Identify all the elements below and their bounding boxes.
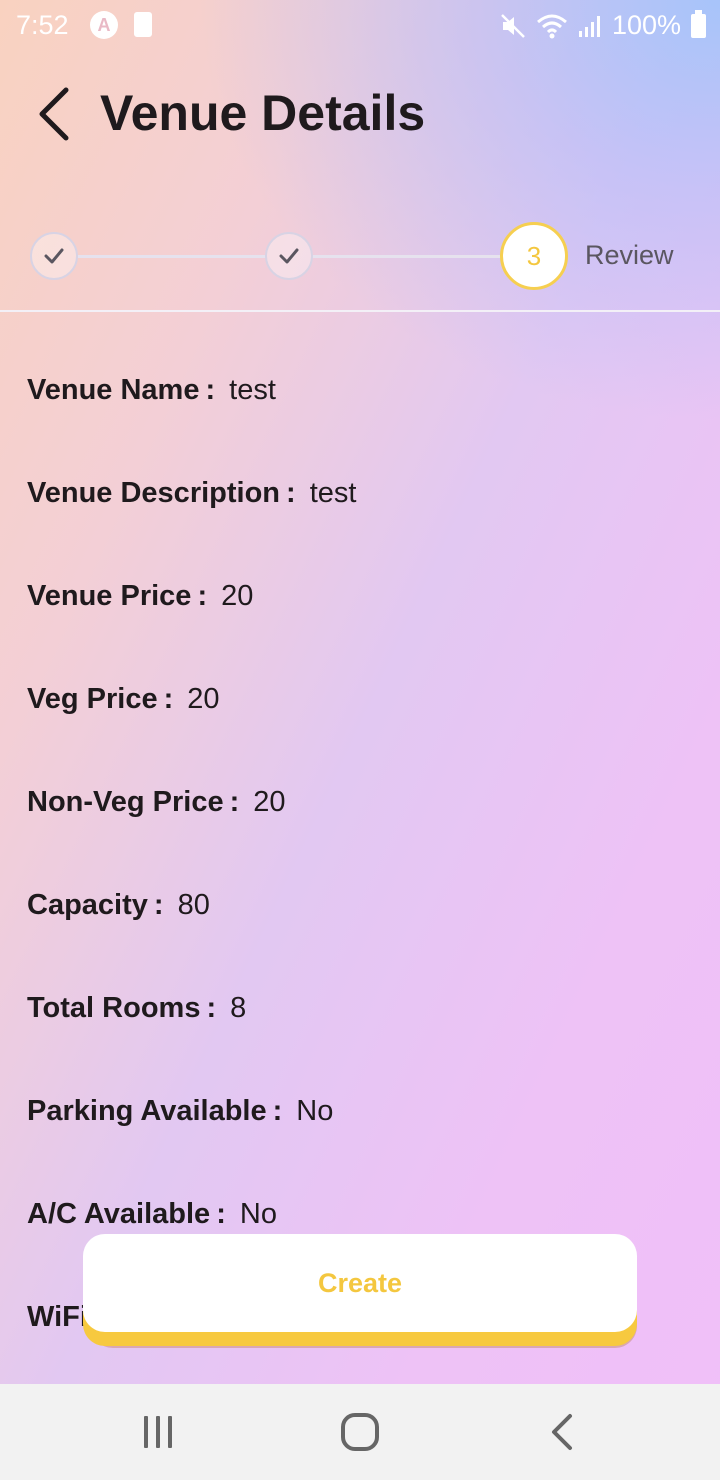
step-3-label: Review [585,240,674,270]
detail-value: 20 [253,786,286,818]
stepper: 3 Review [0,218,720,298]
detail-value: No [296,1095,334,1127]
storage-notification-icon [134,12,152,37]
mute-icon [501,13,525,38]
detail-label: Total Rooms [27,992,201,1024]
detail-label: Venue Description [27,477,281,509]
header: Venue Details [0,78,720,148]
detail-value: 20 [187,683,220,715]
detail-label: Parking Available [27,1095,267,1127]
detail-label: WiFi [27,1301,88,1333]
detail-value: 8 [230,992,247,1024]
page-title: Venue Details [100,85,426,141]
create-button[interactable]: Create [83,1234,637,1332]
home-icon [341,1413,379,1451]
detail-row: Venue Price:20 [27,580,707,683]
detail-separator: : [229,786,240,818]
detail-value: 80 [177,889,210,921]
step-1-completed[interactable] [30,232,78,280]
detail-value: No [239,1198,277,1230]
detail-separator: : [206,992,217,1024]
check-icon [44,248,64,264]
status-time: 7:52 [16,10,69,40]
system-nav-bar [0,1384,720,1480]
detail-value: 20 [221,580,254,612]
step-2-completed[interactable] [265,232,313,280]
battery-percent: 100% [611,10,681,40]
detail-separator: : [272,1095,283,1127]
home-button[interactable] [330,1410,390,1454]
detail-row: Non-Veg Price:20 [27,786,707,889]
detail-row: Total Rooms:8 [27,992,707,1095]
step-3-active[interactable]: 3 [500,222,568,290]
detail-separator: : [216,1198,226,1230]
detail-label: Venue Price [27,580,192,612]
detail-label: Capacity [27,889,148,921]
recent-apps-icon [144,1416,172,1448]
detail-label: A/C Available [27,1198,211,1230]
divider [0,310,720,312]
back-button[interactable] [32,82,82,142]
status-right: 100% [500,9,706,41]
detail-label: Venue Name [27,374,200,406]
wifi-icon [536,14,567,38]
detail-row: Capacity:80 [27,889,707,992]
status-bar: 7:52 A 100% [0,0,720,52]
chevron-left-icon [39,87,69,141]
recent-apps-button[interactable] [128,1410,188,1454]
detail-label: Veg Price [27,683,158,715]
signal-icon [578,15,600,37]
detail-separator: : [163,683,174,715]
step-connector [312,255,502,258]
check-icon [279,248,299,264]
detail-separator: : [153,889,164,921]
create-button-container: Create [83,1234,637,1348]
step-connector [78,255,266,258]
app-notification-icon: A [90,11,118,39]
battery-icon [691,9,706,38]
detail-separator: : [197,580,208,612]
detail-value: test [229,374,276,406]
detail-row: Venue Name: test [27,374,707,477]
detail-row: Veg Price:20 [27,683,707,786]
system-back-button[interactable] [532,1410,592,1454]
detail-value: test [309,477,357,509]
detail-row: Parking Available: No [27,1095,707,1198]
detail-separator: : [286,477,296,509]
detail-label: Non-Veg Price [27,786,224,818]
detail-separator: : [205,374,216,406]
detail-row: Venue Description: test [27,477,707,580]
chevron-left-icon [552,1414,572,1450]
